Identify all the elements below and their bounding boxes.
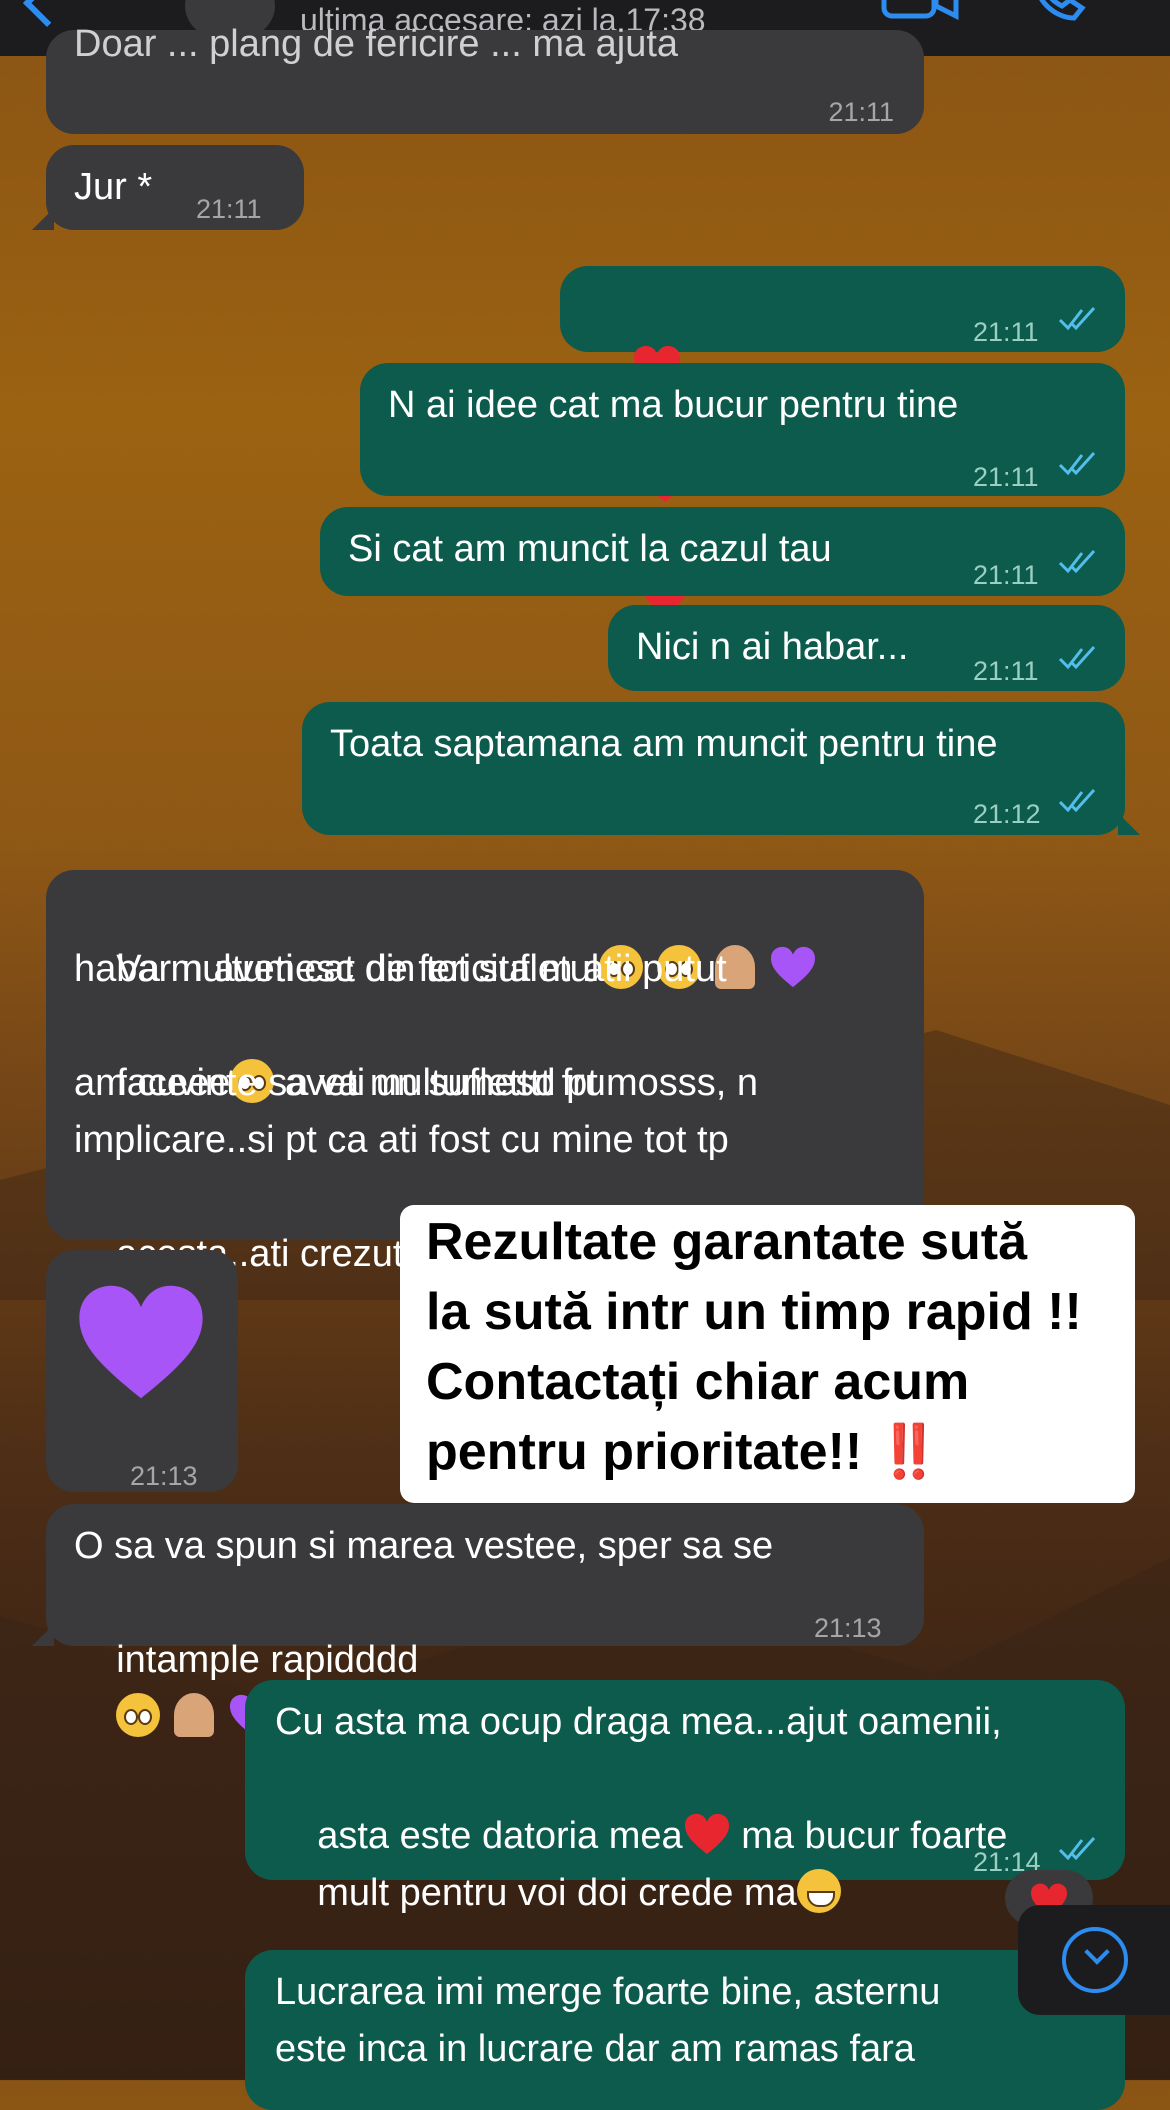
message-line: habar n aveti cat de fericita m atii put…: [74, 948, 727, 990]
message-outgoing[interactable]: Nici n ai habar... 21:11: [608, 605, 1125, 691]
message-time: 21:12: [973, 799, 1041, 829]
message-incoming[interactable]: Doar ... plang de fericire ... ma ajuta …: [46, 23, 924, 134]
back-chevron-icon[interactable]: [22, 0, 72, 28]
message-outgoing[interactable]: Si cat am muncit la cazul tau 21:11: [320, 507, 1125, 596]
message-line: Lucrarea imi merge foarte bine, asternu: [275, 1971, 941, 2013]
message-time: 21:11: [973, 462, 1039, 492]
purple-heart-icon: [771, 946, 816, 988]
message-text: Toata saptamana am muncit pentru tine: [330, 723, 998, 765]
message-line: O sa va spun si marea vestee, sper sa se: [74, 1525, 774, 1567]
message-time: 21:13: [130, 1461, 198, 1491]
message-line: este inca in lucrare dar am ramas fara: [275, 2028, 915, 2070]
bubble-tail: [1118, 813, 1140, 835]
double-check-icon: [1058, 451, 1096, 476]
message-line: implicare..si pt ca ati fost cu mine tot…: [74, 1119, 729, 1161]
video-call-icon[interactable]: [880, 0, 960, 20]
double-check-icon: [1058, 1836, 1096, 1861]
message-text: Nici n ai habar...: [636, 626, 909, 668]
message-outgoing[interactable]: Toata saptamana am muncit pentru tine 21…: [302, 702, 1125, 835]
purple-heart-icon: [79, 1285, 203, 1399]
bubble-tail: [32, 1624, 54, 1646]
message-incoming[interactable]: O sa va spun si marea vestee, sper sa se…: [46, 1504, 924, 1737]
message-text: Si cat am muncit la cazul tau: [348, 528, 832, 570]
promo-overlay: Rezultate garantate sută la sută intr un…: [400, 1205, 1135, 1503]
message-outgoing[interactable]: Cu asta ma ocup draga mea...ajut oamenii…: [245, 1680, 1125, 1914]
folded-hands-icon: [174, 1693, 215, 1737]
scroll-down-button[interactable]: [1018, 1905, 1170, 2015]
overlay-line: Contactați chiar acum: [426, 1353, 970, 1411]
overlay-line: Rezultate garantate sută: [426, 1213, 1028, 1271]
message-outgoing[interactable]: N ai idee cat ma bucur pentru tine 21:11: [360, 363, 1125, 496]
bubble-tail: [32, 208, 54, 230]
grinning-face-icon: [796, 1869, 841, 1913]
chevron-down-icon: [1084, 1939, 1110, 1965]
double-check-icon: [1058, 549, 1096, 574]
double-check-icon: [1058, 788, 1096, 813]
overlay-line: pentru prioritate!! ‼️: [426, 1423, 942, 1481]
double-check-icon: [1058, 306, 1096, 331]
message-outgoing[interactable]: 21:11: [560, 266, 1125, 673]
message-time: 21:11: [973, 317, 1039, 347]
message-incoming[interactable]: 21:13: [46, 1250, 238, 1492]
overlay-line: la sută intr un timp rapid !!: [426, 1283, 1082, 1341]
message-line: Cu asta ma ocup draga mea...ajut oamenii…: [275, 1701, 1002, 1743]
message-line: am cuvinte sa va multumesd pt: [74, 1062, 598, 1104]
message-time: 21:11: [973, 560, 1039, 590]
pleading-face-icon: [116, 1693, 161, 1737]
phone-call-icon[interactable]: [1030, 0, 1090, 22]
message-text: Doar ... plang de fericire ... ma ajuta: [74, 23, 679, 65]
message-text: N ai idee cat ma bucur pentru tine: [388, 384, 959, 426]
message-outgoing[interactable]: Lucrarea imi merge foarte bine, asternu …: [245, 1950, 1125, 2110]
message-time: 21:13: [814, 1613, 882, 1643]
message-incoming[interactable]: Va multumesc din tot sufletul habar n av…: [46, 870, 924, 1275]
scroll-down-icon: [1062, 1927, 1128, 1993]
message-time: 21:11: [828, 97, 894, 127]
message-text: Jur *: [74, 166, 153, 208]
double-exclamation-icon: ‼️: [876, 1423, 942, 1481]
double-check-icon: [1058, 645, 1096, 670]
message-incoming[interactable]: Jur * 21:11: [46, 145, 304, 230]
message-time: 21:11: [973, 656, 1039, 686]
message-time: 21:11: [196, 194, 262, 224]
